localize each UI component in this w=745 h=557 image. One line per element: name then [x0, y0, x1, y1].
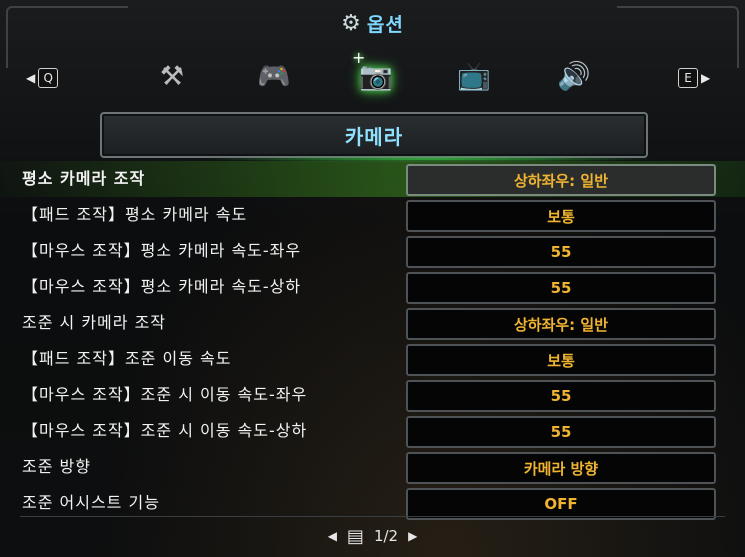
setting-row[interactable]: 조준 방향 카메라 방향 — [0, 449, 745, 485]
prev-tab-key: Q — [38, 68, 59, 88]
setting-value[interactable]: 카메라 방향 — [406, 452, 716, 484]
settings-list: 평소 카메라 조작 상하좌우: 일반 【패드 조작】평소 카메라 속도 보통 【… — [0, 161, 745, 521]
setting-value[interactable]: 보통 — [406, 344, 716, 376]
tab-bar: ◀ Q ⚒ 🎮 📷 📺 🔊 E ▶ — [22, 48, 722, 108]
tab-display[interactable]: 📺 — [452, 54, 496, 98]
page-indicator: 1/2 — [373, 527, 399, 545]
setting-value[interactable]: 상하좌우: 일반 — [406, 164, 716, 196]
footer-divider — [20, 516, 725, 517]
tab-audio[interactable]: 🔊 — [552, 54, 596, 98]
setting-label: 【패드 조작】평소 카메라 속도 — [22, 205, 248, 224]
setting-value[interactable]: 보통 — [406, 200, 716, 232]
gear-icon: ⚙ — [341, 10, 361, 36]
setting-row[interactable]: 평소 카메라 조작 상하좌우: 일반 — [0, 161, 745, 197]
setting-label: 【마우스 조작】조준 시 이동 속도-좌우 — [22, 385, 308, 404]
arrow-left-icon: ◀ — [26, 71, 36, 85]
setting-row[interactable]: 【패드 조작】평소 카메라 속도 보통 — [0, 197, 745, 233]
prev-tab-hint[interactable]: ◀ Q — [26, 68, 59, 88]
setting-label: 평소 카메라 조작 — [22, 169, 146, 188]
display-tv-icon: 📺 — [457, 61, 491, 92]
setting-label: 【마우스 조작】평소 카메라 속도-상하 — [22, 277, 302, 296]
arrow-right-icon: ▶ — [701, 71, 711, 85]
setting-row[interactable]: 【마우스 조작】평소 카메라 속도-상하 55 — [0, 269, 745, 305]
audio-speaker-icon: 🔊 — [557, 61, 591, 92]
tab-controller[interactable]: 🎮 — [252, 54, 296, 98]
setting-value[interactable]: 상하좌우: 일반 — [406, 308, 716, 340]
next-tab-key: E — [678, 68, 698, 88]
category-title: 카메라 — [344, 124, 404, 149]
tab-game-settings[interactable]: ⚒ — [150, 54, 194, 98]
game-settings-icon: ⚒ — [159, 60, 185, 92]
setting-label: 조준 시 카메라 조작 — [22, 313, 167, 332]
prev-page-icon[interactable]: ◀ — [328, 529, 337, 543]
setting-value[interactable]: 55 — [406, 380, 716, 412]
next-page-icon[interactable]: ▶ — [408, 529, 417, 543]
next-tab-hint[interactable]: E ▶ — [678, 68, 710, 88]
setting-label: 【마우스 조작】평소 카메라 속도-좌우 — [22, 241, 302, 260]
setting-value[interactable]: 55 — [406, 272, 716, 304]
setting-label: 조준 방향 — [22, 457, 91, 476]
page-document-icon: ▤ — [346, 525, 364, 547]
setting-row[interactable]: 【마우스 조작】조준 시 이동 속도-좌우 55 — [0, 377, 745, 413]
setting-value[interactable]: 55 — [406, 236, 716, 268]
setting-row[interactable]: 【마우스 조작】평소 카메라 속도-좌우 55 — [0, 233, 745, 269]
setting-label: 【패드 조작】조준 이동 속도 — [22, 349, 232, 368]
category-header: 카메라 — [100, 112, 648, 158]
camera-icon: 📷 — [359, 61, 393, 92]
setting-label: 【마우스 조작】조준 시 이동 속도-상하 — [22, 421, 308, 440]
setting-row[interactable]: 【패드 조작】조준 이동 속도 보통 — [0, 341, 745, 377]
setting-value[interactable]: 55 — [406, 416, 716, 448]
setting-row[interactable]: 조준 시 카메라 조작 상하좌우: 일반 — [0, 305, 745, 341]
page-title: 옵션 — [366, 13, 404, 36]
tab-camera[interactable]: 📷 — [352, 48, 398, 98]
window-title: ⚙ 옵션 — [0, 6, 745, 40]
controller-icon: 🎮 — [257, 61, 291, 92]
setting-row[interactable]: 【마우스 조작】조준 시 이동 속도-상하 55 — [0, 413, 745, 449]
pager: ◀ ▤ 1/2 ▶ — [0, 521, 745, 551]
